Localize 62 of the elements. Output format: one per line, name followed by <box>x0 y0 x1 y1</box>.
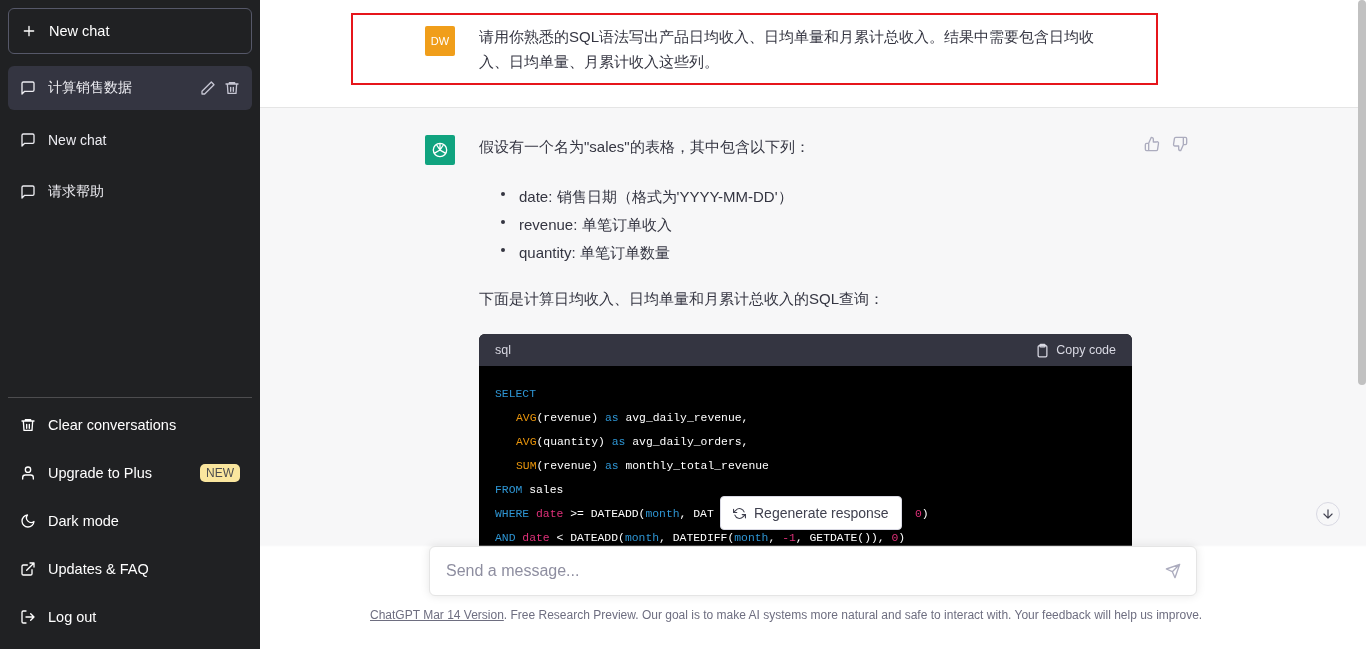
list-item: revenue: 单笔订单收入 <box>519 215 672 235</box>
new-chat-button[interactable]: New chat <box>8 8 252 54</box>
user-message: 请用你熟悉的SQL语法写出产品日均收入、日均单量和月累计总收入。结果中需要包含日均收入、日均单量、月累计收入这些列。 <box>479 27 1095 72</box>
sidebar-menu-item[interactable]: Updates & FAQ <box>8 545 252 593</box>
regenerate-button[interactable]: Regenerate response <box>720 496 902 530</box>
menu-label: Clear conversations <box>48 417 178 433</box>
conversation-item[interactable]: 计算销售数据 <box>8 66 252 110</box>
version-link[interactable]: ChatGPT Mar 14 Version <box>370 608 504 622</box>
message-input[interactable]: Send a message... <box>429 546 1197 596</box>
assistant-text: 下面是计算日均收入、日均单量和月累计总收入的SQL查询： <box>479 289 885 309</box>
bullet-icon <box>501 248 505 252</box>
pencil-icon <box>200 80 216 96</box>
code-line: FROM sales <box>495 483 564 498</box>
code-line: AVG(quantity) as avg_daily_orders, <box>516 435 749 450</box>
sidebar-menu-item[interactable]: Clear conversations <box>8 401 252 449</box>
trash-icon <box>20 417 36 433</box>
menu-label: Log out <box>48 609 98 625</box>
thumbs-up-icon <box>1144 136 1160 152</box>
footer-note: ChatGPT Mar 14 Version. Free Research Preview. Our goal is to make AI systems more natural and safe to interact with. Your feedback will help us improve. <box>370 608 1203 622</box>
code-line: AVG(revenue) as avg_daily_revenue, <box>516 411 749 426</box>
chat-bubble-icon <box>20 184 36 200</box>
scroll-down-button[interactable] <box>1316 502 1340 526</box>
trash-icon <box>224 80 240 96</box>
person-icon <box>20 465 36 481</box>
arrow-down-icon <box>1321 507 1335 521</box>
clipboard-icon <box>1035 342 1051 358</box>
thumbs-down-icon <box>1172 136 1188 152</box>
code-language: sql <box>495 343 511 357</box>
chat-bubble-icon <box>20 80 36 96</box>
conversation-title: New chat <box>48 132 108 148</box>
conversation-title: 请求帮助 <box>48 183 105 201</box>
conversation-item[interactable]: 请求帮助 <box>8 170 252 214</box>
plus-icon <box>21 23 37 39</box>
list-item: date: 销售日期（格式为'YYYY-MM-DD'） <box>519 187 793 207</box>
conversation-title: 计算销售数据 <box>48 79 133 97</box>
code-line: SUM(revenue) as monthly_total_revenue <box>516 459 769 474</box>
menu-label: Dark mode <box>48 513 120 529</box>
sidebar-menu-item[interactable]: Log out <box>8 593 252 641</box>
assistant-avatar <box>425 135 455 165</box>
moon-icon <box>20 513 36 529</box>
chat-bubble-icon <box>20 132 36 148</box>
send-icon <box>1165 563 1181 579</box>
sidebar-menu-item[interactable]: Dark mode <box>8 497 252 545</box>
code-line: WHERE date >= DATEADD(month, DAT <box>495 507 714 522</box>
code-line: AND date < DATEADD(month, DATEDIFF(month, -1, GETDATE()), 0) <box>495 531 906 546</box>
menu-label: Upgrade to Plus <box>48 465 153 481</box>
code-line: 0) <box>915 507 930 522</box>
list-item: quantity: 单笔订单数量 <box>519 243 670 263</box>
refresh-icon <box>733 506 746 520</box>
code-line: SELECT <box>495 387 536 402</box>
copy-code-button[interactable]: Copy code <box>1035 342 1116 358</box>
user-avatar: DW <box>425 26 455 56</box>
bullet-icon <box>501 220 505 224</box>
sidebar-menu-item[interactable]: Upgrade to Plus NEW <box>8 449 252 497</box>
logout-icon <box>20 609 36 625</box>
conversation-item[interactable]: New chat <box>8 118 252 162</box>
scrollbar[interactable] <box>1358 0 1366 385</box>
menu-label: Updates & FAQ <box>48 561 150 577</box>
assistant-text: 假设有一个名为"sales"的表格，其中包含以下列： <box>479 137 811 157</box>
external-link-icon <box>20 561 36 577</box>
bullet-icon <box>501 192 505 196</box>
new-badge: NEW <box>200 464 240 482</box>
